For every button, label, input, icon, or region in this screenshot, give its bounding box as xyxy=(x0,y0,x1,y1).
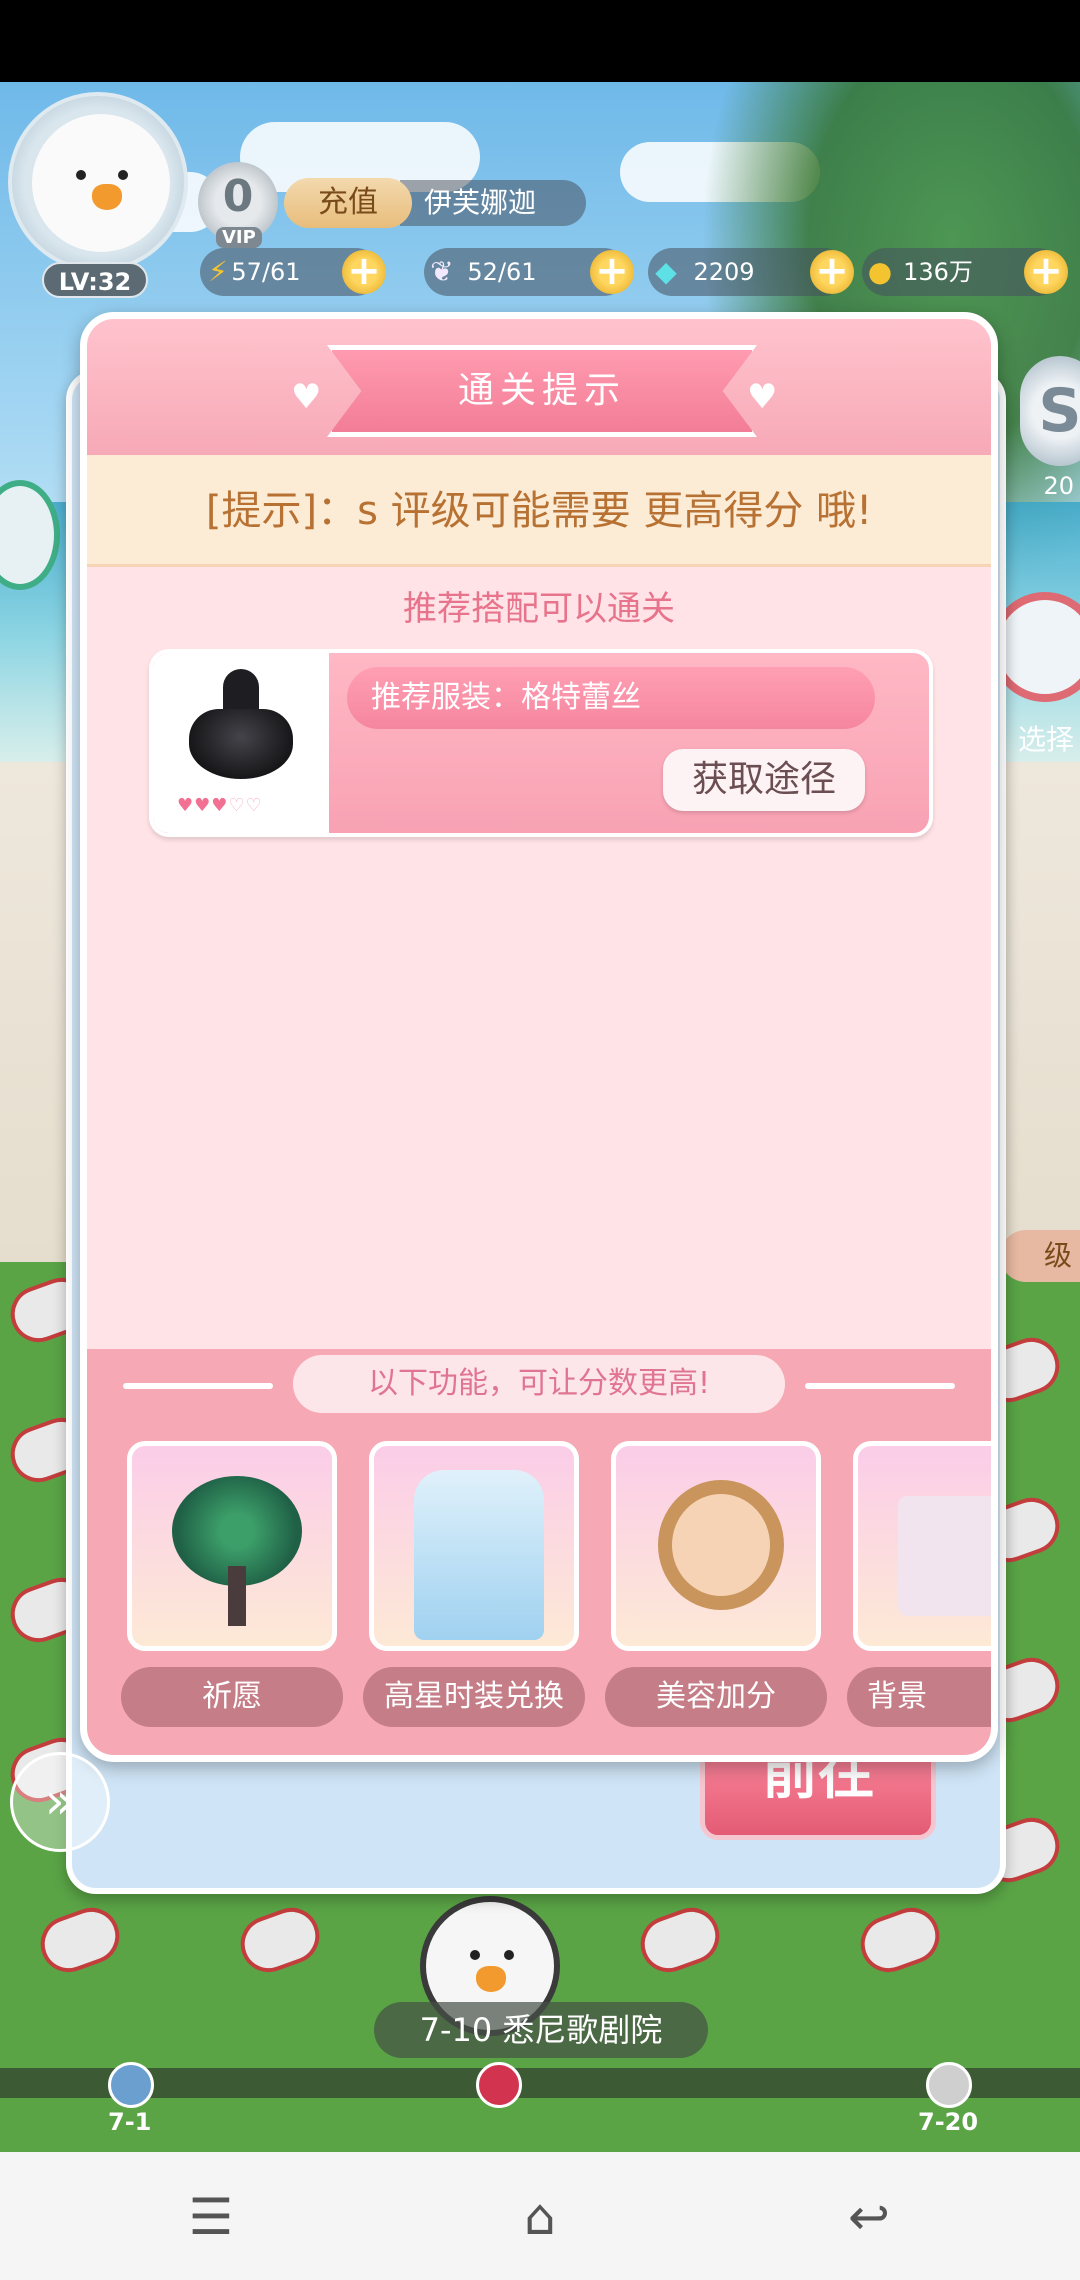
divider xyxy=(123,1383,273,1389)
stage-node-label: 7-20 xyxy=(918,2108,979,2136)
expand-arrow-icon[interactable]: » xyxy=(10,1752,110,1852)
heart-icon: ♥ xyxy=(747,377,778,417)
wing-resource: ❦ 52/61 + xyxy=(424,248,634,296)
recharge-button[interactable]: 充值 xyxy=(284,178,412,228)
vip-badge[interactable]: 0 VIP xyxy=(198,162,278,248)
add-diamond-button[interactable]: + xyxy=(810,250,854,294)
status-bar xyxy=(0,0,1080,82)
stage-node-current[interactable] xyxy=(476,2062,522,2108)
rank-count: 20 xyxy=(1043,472,1074,500)
tip-message: [提示]：s 评级可能需要 更高得分 哦! xyxy=(87,455,991,567)
feature-label: 背景 xyxy=(847,1667,991,1727)
select-button[interactable]: 选择 xyxy=(990,592,1080,756)
wing-value: 52/61 xyxy=(467,258,537,286)
boost-title: 以下功能，可让分数更高! xyxy=(293,1355,785,1413)
outfit-thumbnail[interactable]: ♥♥♥♡♡ xyxy=(153,653,329,833)
get-method-button[interactable]: 获取途径 xyxy=(663,749,865,811)
feature-label: 祈愿 xyxy=(121,1667,343,1727)
energy-value: 57/61 xyxy=(231,258,301,286)
add-wing-button[interactable]: + xyxy=(590,250,634,294)
heart-icon: ♥ xyxy=(291,377,322,417)
coin-value: 136万 xyxy=(903,258,973,286)
dialog-title: 通关提示 xyxy=(457,370,626,411)
divider xyxy=(805,1383,955,1389)
duck-avatar-icon xyxy=(32,114,170,252)
level-tab[interactable]: 级 xyxy=(1000,1230,1080,1282)
select-label: 选择 xyxy=(1017,723,1074,756)
stage-node-label: 7-1 xyxy=(108,2108,152,2136)
blue-dress-icon xyxy=(414,1470,544,1640)
heart-empty-icon: ♡ xyxy=(228,795,246,816)
heart-filled-icon: ♥ xyxy=(177,795,195,816)
vip-level: 0 xyxy=(222,171,254,222)
add-coin-button[interactable]: + xyxy=(1024,250,1068,294)
diamond-resource: ◆ 2209 + xyxy=(648,248,854,296)
recommend-title: 推荐搭配可以通关 xyxy=(403,589,675,629)
coin-resource: ● 136万 + xyxy=(862,248,1068,296)
recommended-outfit-name: 推荐服装：格特蕾丝 xyxy=(347,667,875,729)
feature-label: 美容加分 xyxy=(605,1667,827,1727)
black-dress-icon xyxy=(189,669,293,787)
stage-node-start[interactable] xyxy=(108,2062,154,2108)
heart-filled-icon: ♥ xyxy=(194,795,212,816)
player-level: LV:32 xyxy=(42,262,148,298)
system-nav-bar: ☰ ⌂ ↩ xyxy=(0,2152,1080,2280)
home-icon[interactable]: ⌂ xyxy=(505,2182,575,2252)
recommended-outfit-card: ♥♥♥♡♡ 推荐服装：格特蕾丝 获取途径 xyxy=(149,649,933,837)
makeup-girl-icon xyxy=(658,1480,784,1610)
menu-icon[interactable]: ☰ xyxy=(176,2182,246,2252)
feature-label: 高星时装兑换 xyxy=(363,1667,585,1727)
clear-hint-dialog: ♥ ♥ 通关提示 [提示]：s 评级可能需要 更高得分 哦! 推荐搭配可以通关 … xyxy=(80,312,998,1762)
add-energy-button[interactable]: + xyxy=(342,250,386,294)
username: 伊芙娜迦 xyxy=(400,180,586,226)
heart-empty-icon: ♡ xyxy=(245,795,263,816)
rating-hearts: ♥♥♥♡♡ xyxy=(177,795,263,816)
player-avatar[interactable] xyxy=(8,92,188,272)
stage-node-end[interactable] xyxy=(926,2062,972,2108)
stage-name[interactable]: 7-10 悉尼歌剧院 xyxy=(374,2002,708,2058)
progress-track xyxy=(0,2068,1080,2098)
vip-label: VIP xyxy=(216,227,262,248)
back-icon[interactable]: ↩ xyxy=(834,2182,904,2252)
energy-resource: ⚡ 57/61 + xyxy=(200,248,386,296)
diamond-value: 2209 xyxy=(693,258,755,286)
background-card-icon xyxy=(898,1496,991,1616)
rank-s-badge[interactable]: S xyxy=(1020,356,1080,466)
heart-filled-icon: ♥ xyxy=(211,795,229,816)
